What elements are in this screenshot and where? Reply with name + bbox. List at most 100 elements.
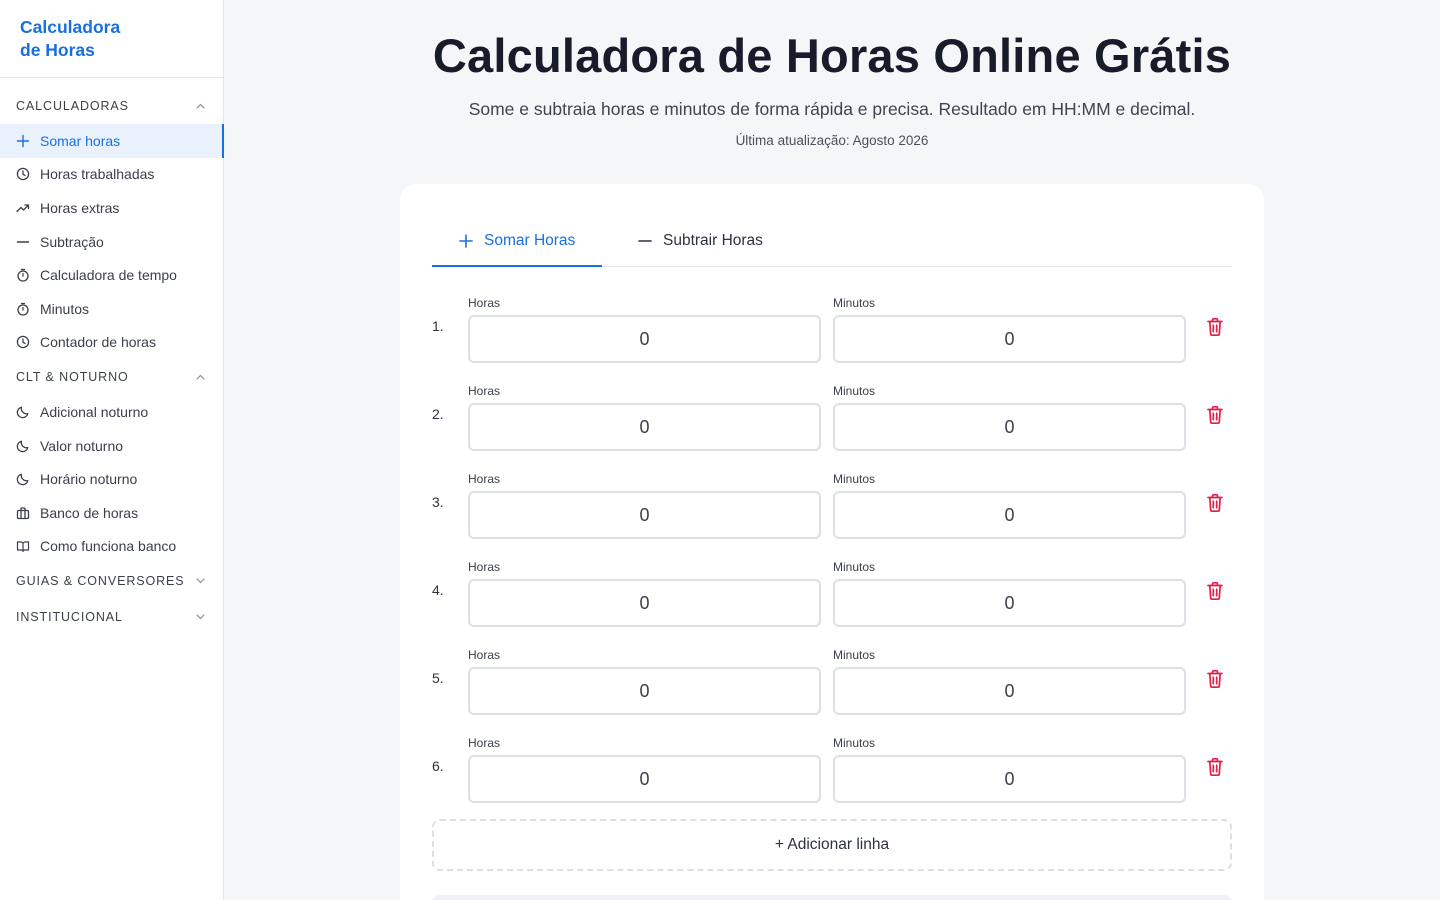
sidebar-item[interactable]: Horas trabalhadas [0,158,223,192]
hours-label: Horas [468,472,501,486]
hours-input[interactable] [468,491,821,539]
minutes-input[interactable] [833,315,1186,363]
trash-icon[interactable] [1206,581,1224,601]
trash-icon[interactable] [1206,405,1224,425]
hours-input[interactable] [468,315,821,363]
sidebar-section-header[interactable]: CALCULADORAS [0,88,223,124]
time-row: 5. Horas Minutos [432,648,1232,736]
sidebar-item-label: Contador de horas [40,334,156,351]
minus-icon [637,233,653,249]
hours-label: Horas [468,648,501,662]
hours-label: Horas [468,384,501,398]
sidebar-item-label: Adicional noturno [40,403,149,420]
hours-label: Horas [468,296,501,310]
hours-input[interactable] [468,579,821,627]
trash-icon[interactable] [1206,669,1224,689]
minutes-input[interactable] [833,755,1186,803]
minutes-input[interactable] [833,491,1186,539]
sidebar-item-label: Somar horas [40,132,121,149]
clock-icon [16,335,30,349]
brand-line-2: de Horas [20,40,95,60]
hours-input[interactable] [468,667,821,715]
tab-subtrair-horas[interactable]: Subtrair Horas [602,216,763,266]
hours-input[interactable] [468,403,821,451]
briefcase-icon [16,506,30,520]
sidebar-item[interactable]: Banco de horas [0,496,223,530]
time-row: 3. Horas Minutos [432,472,1232,560]
hours-label: Horas [468,560,501,574]
tab-somar-horas[interactable]: Somar Horas [432,216,602,267]
book-icon [16,539,30,553]
trash-icon[interactable] [1206,317,1224,337]
minutes-input[interactable] [833,579,1186,627]
time-row: 4. Horas Minutos [432,560,1232,648]
sidebar-item-label: Banco de horas [40,504,139,521]
section-title: INSTITUCIONAL [16,610,123,625]
time-row: 6. Horas Minutos [432,736,1232,824]
trending-up-icon [16,201,30,215]
sidebar-section-header[interactable]: CLT & NOTURNO [0,359,223,395]
sidebar-item[interactable]: Calculadora de tempo [0,258,223,292]
row-number: 6. [432,758,444,774]
sidebar-item[interactable]: Contador de horas [0,326,223,360]
sidebar-item[interactable]: Horas extras [0,191,223,225]
time-row: 2. Horas Minutos [432,384,1232,472]
add-row-button[interactable]: + Adicionar linha [432,819,1232,871]
minutes-label: Minutos [833,384,876,398]
sidebar-item[interactable]: Como funciona banco [0,530,223,564]
minutes-input[interactable] [833,667,1186,715]
chevron-up-icon [195,372,205,382]
last-updated: Última atualização: Agosto 2026 [735,133,929,148]
sidebar-nav: CALCULADORAS Somar horas Horas trabalhadas… [0,78,224,635]
sidebar-item[interactable]: Minutos [0,292,223,326]
tab-bar: Somar Horas Subtrair Horas [432,216,1232,267]
calculator-card: Somar Horas Subtrair Horas 1. Horas Minuto… [400,184,1264,900]
sidebar-section-header[interactable]: INSTITUCIONAL [0,599,223,635]
section-title: CALCULADORAS [16,99,129,113]
sidebar-section-header[interactable]: GUIAS & CONVERSORES [0,563,223,599]
row-number: 5. [432,670,444,686]
trash-icon[interactable] [1206,757,1224,777]
clock-icon [16,167,30,181]
row-number: 3. [432,494,444,510]
brand-logo[interactable]: Calculadora de Horas [0,0,223,78]
sidebar-item[interactable]: Subtração [0,225,223,259]
minus-icon [16,235,30,249]
tab-label: Subtrair Horas [663,232,763,249]
trash-icon[interactable] [1206,493,1224,513]
chevron-up-icon [195,101,205,111]
result-panel [432,895,1232,900]
minutes-label: Minutos [833,736,876,750]
sidebar-item-label: Subtração [40,233,104,250]
sidebar: Calculadora de Horas CALCULADORAS Somar h… [0,0,224,900]
sidebar-item-label: Horário noturno [40,471,138,488]
row-number: 4. [432,582,444,598]
minutes-label: Minutos [833,648,876,662]
tab-label: Somar Horas [484,231,576,249]
chevron-down-icon [195,576,205,586]
page-subtitle: Some e subtraia horas e minutos de forma… [468,99,1196,119]
row-number: 2. [432,406,444,422]
moon-icon [16,472,30,486]
sidebar-item[interactable]: Somar horas [0,124,224,158]
sidebar-item-label: Horas trabalhadas [40,166,155,183]
main-content: Calculadora de Horas Online Grátis Some … [224,0,1440,900]
minutes-label: Minutos [833,296,876,310]
section-title: GUIAS & CONVERSORES [16,574,185,589]
moon-icon [16,405,30,419]
plus-icon [16,134,30,148]
sidebar-item-label: Calculadora de tempo [40,267,177,284]
sidebar-item[interactable]: Horário noturno [0,462,223,496]
chevron-down-icon [195,612,205,622]
sidebar-item[interactable]: Adicional noturno [0,395,223,429]
hours-input[interactable] [468,755,821,803]
sidebar-item-label: Minutos [40,300,90,317]
stopwatch-icon [16,268,30,282]
brand-line-1: Calculadora [20,17,121,37]
sidebar-item-label: Horas extras [40,199,120,216]
minutes-input[interactable] [833,403,1186,451]
sidebar-item-label: Valor noturno [40,437,124,454]
moon-icon [16,439,30,453]
sidebar-item[interactable]: Valor noturno [0,429,223,463]
minutes-label: Minutos [833,560,876,574]
